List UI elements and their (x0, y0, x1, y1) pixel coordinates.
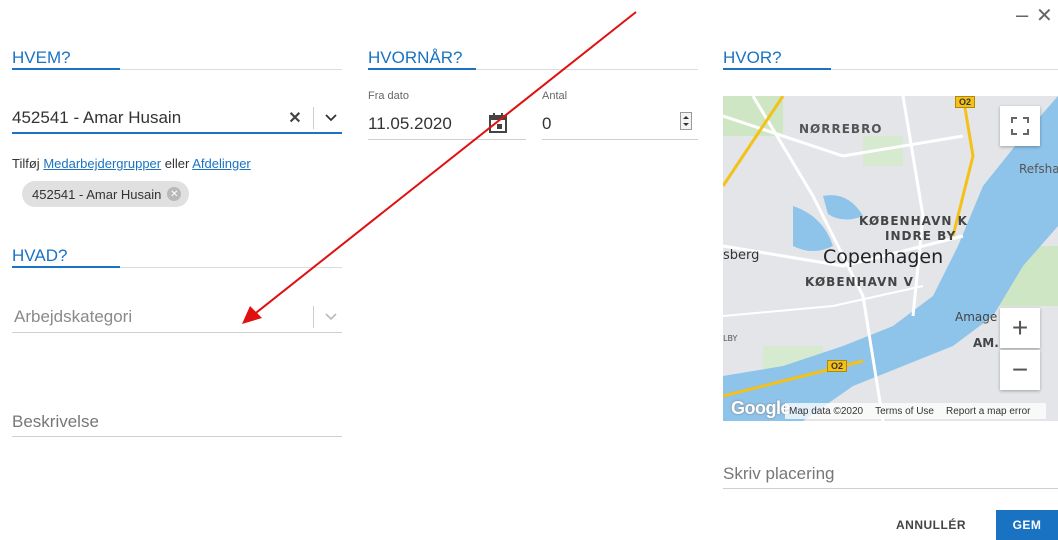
route-badge-o2-south: O2 (827, 360, 848, 372)
map-label-norrebro: NØRREBRO (799, 122, 883, 136)
route-badge-o2: O2 (955, 96, 976, 108)
map-data-text: Map data ©2020 (789, 405, 864, 417)
select-separator (313, 107, 314, 129)
when-title-accent (368, 68, 476, 70)
map-label-copenhagen: Copenhagen (823, 246, 944, 268)
where-title-accent (723, 68, 831, 70)
save-button[interactable]: GEM (996, 510, 1058, 540)
what-title-accent (12, 266, 120, 268)
work-category-select[interactable]: Arbejdskategori (14, 303, 342, 331)
amount-label: Antal (542, 90, 568, 102)
map-label-sberg: sberg (723, 248, 760, 263)
fullscreen-icon[interactable] (1000, 106, 1040, 146)
selected-employee-chip: 452541 - Amar Husain ✕ (22, 181, 190, 207)
who-title-accent (12, 68, 120, 70)
where-section-title: HVOR? (723, 48, 782, 67)
amount-input[interactable]: 0 (542, 114, 551, 134)
map-label-refshale: Refshale (1019, 162, 1058, 176)
from-date-input[interactable]: 11.05.2020 (368, 114, 452, 134)
who-section-title: HVEM? (12, 48, 71, 67)
work-category-underline (12, 332, 342, 333)
when-section-title: HVORNÅR? (368, 48, 463, 67)
chevron-down-icon[interactable] (320, 114, 342, 122)
map-label-lby: LBY (723, 334, 738, 343)
chevron-down-icon[interactable] (320, 313, 342, 321)
clear-selection-icon[interactable]: ✕ (283, 108, 307, 128)
calendar-icon[interactable] (488, 112, 508, 139)
map-label-kobenhavn-k: KØBENHAVN K (859, 214, 968, 228)
employee-groups-link[interactable]: Medarbejdergrupper (43, 156, 161, 171)
zoom-out-button[interactable]: − (1000, 350, 1040, 390)
chip-remove-icon[interactable]: ✕ (167, 187, 182, 201)
location-input[interactable] (723, 462, 1058, 486)
from-date-label: Fra dato (368, 90, 409, 102)
when-title-divider (476, 69, 698, 70)
chip-label: 452541 - Amar Husain (32, 186, 162, 202)
add-groups-text: Tilføj Medarbejdergrupper eller Afdeling… (12, 156, 251, 171)
report-map-error-link[interactable]: Report a map error (946, 406, 1030, 417)
map-label-amager: Amage (955, 310, 998, 324)
work-category-placeholder: Arbejdskategori (14, 307, 133, 326)
close-icon[interactable]: ✕ (1036, 6, 1053, 26)
zoom-in-button[interactable]: + (1000, 308, 1040, 348)
where-title-divider (831, 69, 1058, 70)
who-title-divider (120, 69, 342, 70)
employee-select[interactable]: 452541 - Amar Husain ✕ (12, 104, 342, 132)
from-date-underline (368, 139, 526, 140)
employee-select-underline (12, 132, 342, 134)
minimize-icon[interactable]: – (1016, 4, 1028, 26)
map-label-kobenhavn-v: KØBENHAVN V (805, 275, 914, 289)
map-label-indre-by: INDRE BY (885, 229, 957, 243)
add-prefix-text: Tilføj (12, 156, 40, 171)
location-underline (723, 488, 1058, 489)
amount-underline (542, 139, 698, 140)
what-title-divider (120, 267, 342, 268)
map-label-am: AM. (973, 336, 999, 350)
cancel-button[interactable]: ANNULLÉR (896, 518, 966, 532)
description-input[interactable] (12, 410, 342, 434)
what-section-title: HVAD? (12, 246, 68, 265)
amount-stepper[interactable] (680, 112, 692, 130)
add-middle-text: eller (164, 156, 190, 171)
employee-select-value: 452541 - Amar Husain (12, 108, 182, 127)
category-select-separator (313, 306, 314, 328)
departments-link[interactable]: Afdelinger (192, 156, 251, 171)
location-map[interactable]: O2 O2 NØRREBRO Refshale KØBENHAVN K INDR… (723, 96, 1058, 421)
map-footer: Map data ©2020 Terms of Use Report a map… (723, 401, 1058, 421)
description-underline (12, 436, 342, 437)
terms-of-use-link[interactable]: Terms of Use (875, 406, 934, 417)
